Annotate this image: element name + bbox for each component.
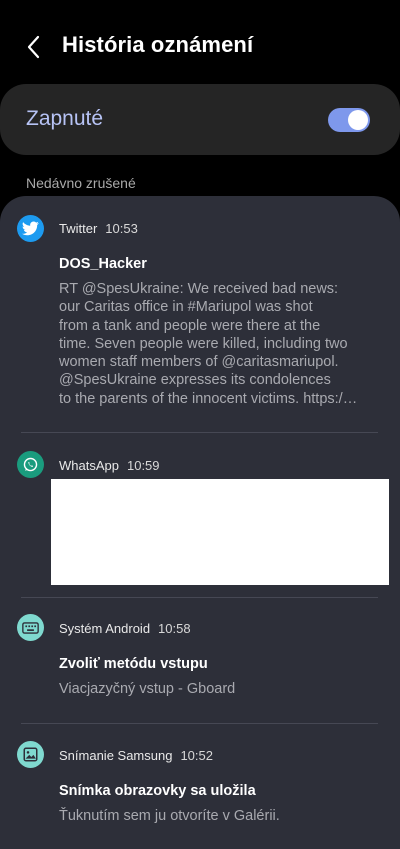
body-line: to the parents of the innocent victims. … (59, 390, 358, 407)
twitter-bird-icon (17, 215, 44, 242)
body-line: time. Seven people were killed, includin… (59, 335, 348, 352)
notification-title: Snímka obrazovky sa uložila (59, 783, 256, 799)
notification-body: Viacjazyčný vstup - Gboard (59, 681, 236, 697)
body-line: from a tank and people were there at the (59, 317, 321, 334)
notification-title: Zvoliť metódu vstupu (59, 656, 208, 672)
back-arrow-icon[interactable] (22, 34, 48, 60)
keyboard-icon (17, 614, 44, 641)
body-line: @SpesUkraine expresses its condolences (59, 372, 331, 389)
redacted-content (51, 479, 389, 585)
notification-time: 10:58 (158, 621, 191, 636)
body-line: women staff members of @caritasmariupol. (59, 354, 339, 371)
notification-time: 10:52 (180, 748, 213, 763)
whatsapp-icon (17, 451, 44, 478)
enabled-switch[interactable] (328, 108, 370, 132)
notification-title: DOS_Hacker (59, 256, 147, 272)
notification-app-line: WhatsApp 10:59 (59, 458, 160, 473)
notification-app-line: Twitter 10:53 (59, 221, 138, 236)
notification-time: 10:59 (126, 458, 160, 473)
body-line: RT @SpesUkraine: We received bad news: (59, 281, 339, 297)
header: História oznámení (0, 0, 400, 84)
app-name: Twitter (59, 221, 98, 236)
page-title: História oznámení (62, 32, 254, 57)
notification-time: 10:53 (105, 221, 138, 236)
app-name: WhatsApp (59, 458, 119, 473)
app-name: Systém Android (59, 621, 151, 636)
switch-knob (348, 110, 368, 130)
notification-body: Ťuknutím sem ju otvoríte v Galérii. (59, 808, 280, 824)
divider (21, 723, 378, 724)
notification-app-line: Systém Android 10:58 (59, 621, 191, 636)
section-label: Nedávno zrušené (26, 175, 136, 191)
divider (21, 597, 378, 598)
body-line: our Caritas office in #Mariupol was shot (59, 299, 313, 316)
image-icon (17, 741, 44, 768)
notification-body: RT @SpesUkraine: We received bad news: o… (59, 280, 385, 408)
toggle-label: Zapnuté (26, 107, 104, 130)
divider (21, 432, 378, 433)
notification-app-line: Snímanie Samsung 10:52 (59, 748, 213, 763)
app-name: Snímanie Samsung (59, 748, 173, 763)
